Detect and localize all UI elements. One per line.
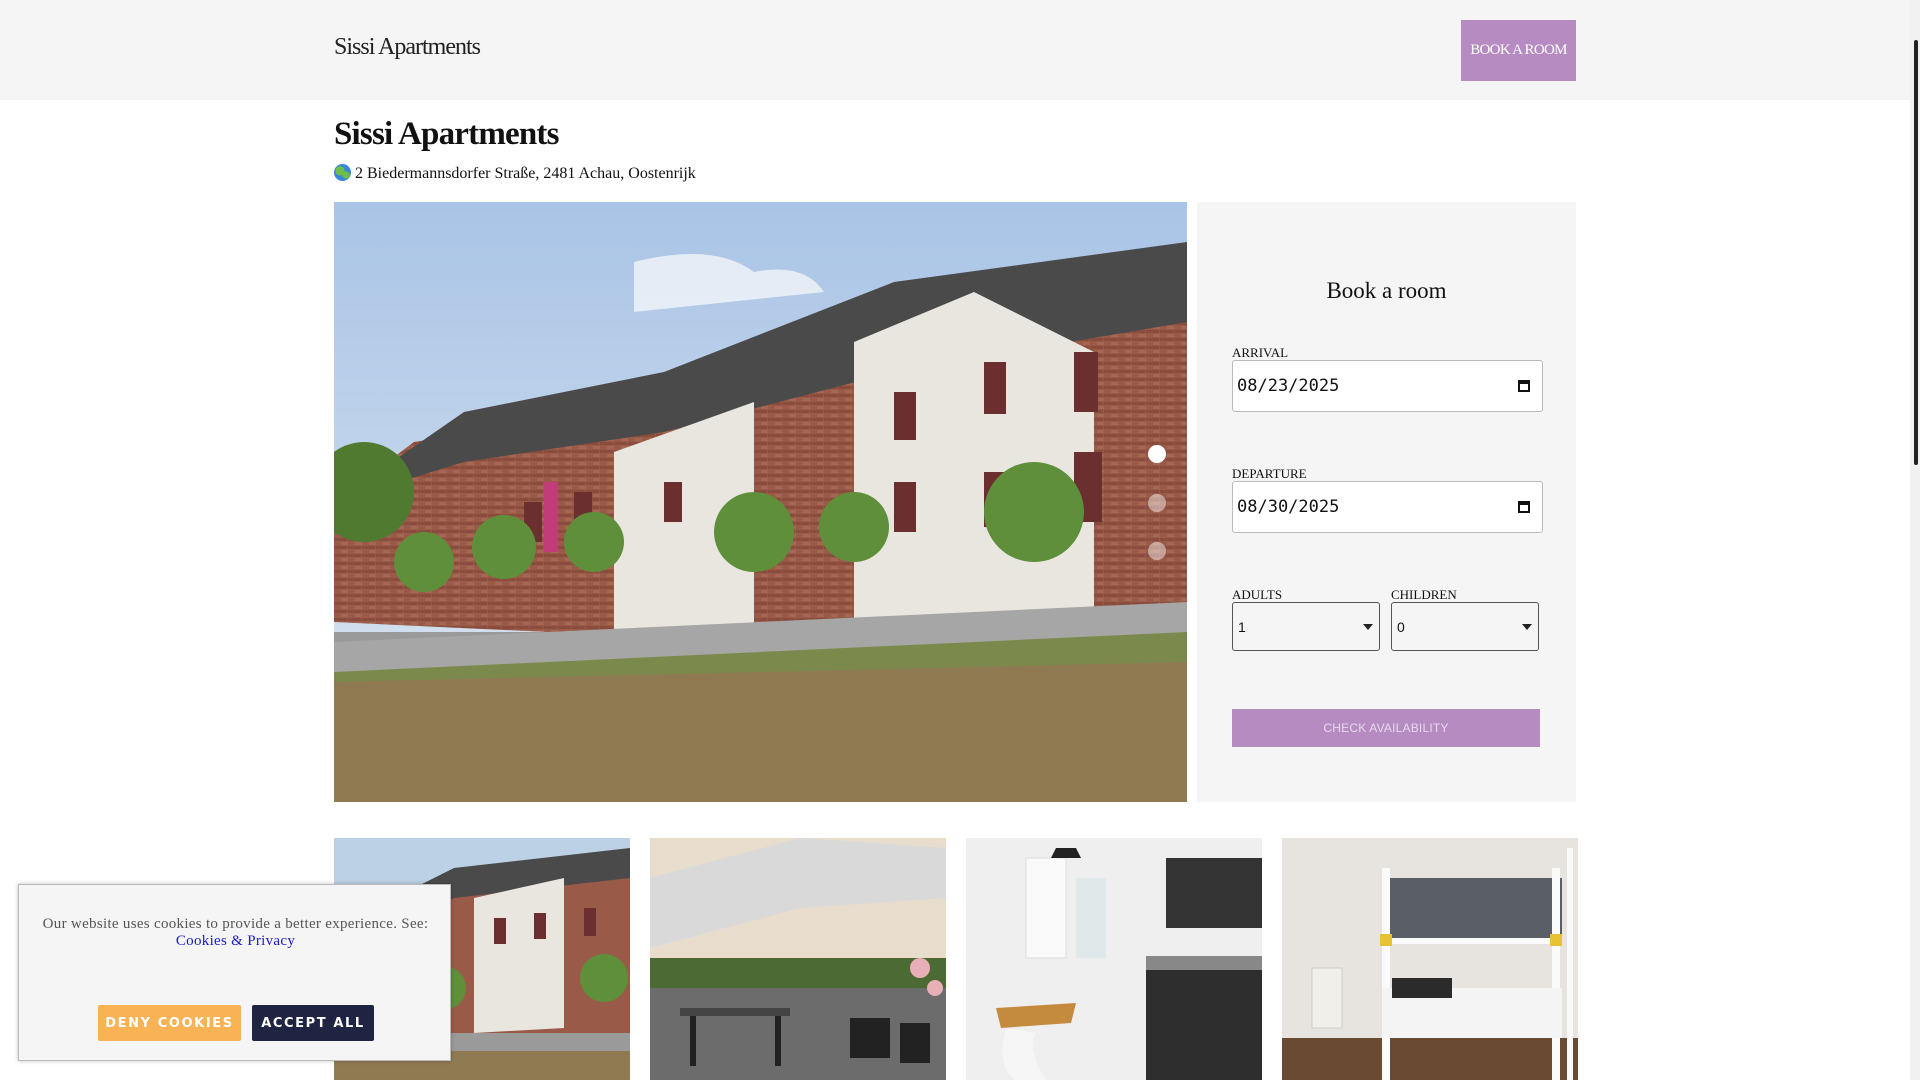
hero-image-carousel[interactable] xyxy=(334,202,1187,802)
cookies-privacy-link[interactable]: Cookies & Privacy xyxy=(176,933,295,949)
gallery-thumb-kitchen[interactable] xyxy=(966,838,1262,1080)
arrival-label: ARRIVAL xyxy=(1232,345,1289,360)
bunk-bed-photo xyxy=(1282,838,1578,1080)
hero-building-photo xyxy=(334,202,1187,802)
chevron-down-icon xyxy=(1363,624,1373,630)
cookie-text: Our website uses cookies to provide a be… xyxy=(42,916,429,932)
site-header: Sissi Apartments BOOK A ROOM xyxy=(0,0,1910,100)
departure-label: DEPARTURE xyxy=(1232,466,1307,481)
carousel-dot-1[interactable] xyxy=(1148,445,1166,463)
adults-select[interactable]: 1 xyxy=(1232,602,1380,651)
booking-title: Book a room xyxy=(1326,278,1447,303)
brand-logo-text[interactable]: Sissi Apartments xyxy=(334,34,481,61)
property-address: 2 Biedermannsdorfer Straße, 2481 Achau, … xyxy=(334,164,696,183)
terrace-photo xyxy=(650,838,946,1080)
cookie-banner: Our website uses cookies to provide a be… xyxy=(18,884,451,1061)
calendar-icon[interactable] xyxy=(1518,380,1530,392)
departure-date-value: 08/30/2025 xyxy=(1237,497,1340,517)
scrollbar-thumb[interactable] xyxy=(1914,40,1918,465)
deny-cookies-button[interactable]: DENY COOKIES xyxy=(98,1005,241,1041)
gallery-thumb-bedroom[interactable] xyxy=(1282,838,1578,1080)
book-a-room-button[interactable]: BOOK A ROOM xyxy=(1461,20,1576,81)
calendar-icon[interactable] xyxy=(1518,501,1530,513)
address-text: 2 Biedermannsdorfer Straße, 2481 Achau, … xyxy=(355,165,696,182)
check-availability-button[interactable]: CHECK AVAILABILITY xyxy=(1232,709,1540,747)
booking-panel: Book a room ARRIVAL 08/23/2025 DEPARTURE… xyxy=(1197,202,1576,802)
gallery-thumb-terrace[interactable] xyxy=(650,838,946,1080)
adults-label: ADULTS xyxy=(1232,587,1283,602)
carousel-dot-3[interactable] xyxy=(1148,542,1166,560)
departure-date-input[interactable]: 08/30/2025 xyxy=(1232,481,1543,533)
globe-icon xyxy=(334,164,351,181)
carousel-dot-2[interactable] xyxy=(1148,494,1166,512)
cookie-message: Our website uses cookies to provide a be… xyxy=(19,916,452,950)
arrival-date-input[interactable]: 08/23/2025 xyxy=(1232,360,1543,412)
property-title: Sissi Apartments xyxy=(334,116,559,152)
adults-value: 1 xyxy=(1238,618,1246,635)
children-select[interactable]: 0 xyxy=(1391,602,1539,651)
accept-all-button[interactable]: ACCEPT ALL xyxy=(252,1005,374,1041)
chevron-down-icon xyxy=(1522,624,1532,630)
children-label: CHILDREN xyxy=(1391,587,1457,602)
children-value: 0 xyxy=(1397,618,1405,635)
kitchenette-photo xyxy=(966,838,1262,1080)
arrival-date-value: 08/23/2025 xyxy=(1237,376,1340,396)
